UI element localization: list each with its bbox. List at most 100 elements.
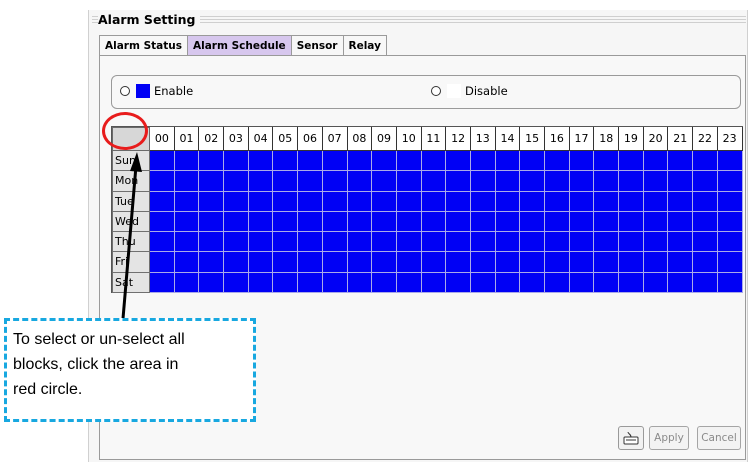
schedule-slot[interactable] bbox=[643, 252, 669, 273]
disable-option[interactable]: Disable bbox=[431, 84, 508, 98]
schedule-slot[interactable] bbox=[347, 151, 373, 172]
schedule-slot[interactable] bbox=[372, 252, 397, 273]
schedule-slot[interactable] bbox=[298, 272, 323, 294]
schedule-slot[interactable] bbox=[421, 171, 447, 192]
schedule-slot[interactable] bbox=[199, 171, 225, 192]
schedule-slot[interactable] bbox=[199, 211, 225, 233]
schedule-slot[interactable] bbox=[520, 272, 545, 294]
keyboard-button[interactable] bbox=[618, 426, 644, 450]
schedule-slot[interactable] bbox=[668, 191, 694, 212]
schedule-slot[interactable] bbox=[396, 272, 422, 294]
schedule-slot[interactable] bbox=[224, 151, 249, 172]
hour-header[interactable]: 08 bbox=[347, 127, 373, 151]
hour-header[interactable]: 21 bbox=[668, 127, 694, 151]
schedule-slot[interactable] bbox=[470, 211, 496, 233]
schedule-slot[interactable] bbox=[520, 232, 545, 253]
schedule-slot[interactable] bbox=[174, 272, 200, 294]
schedule-slot[interactable] bbox=[224, 191, 249, 212]
schedule-slot[interactable] bbox=[594, 211, 620, 233]
schedule-slot[interactable] bbox=[569, 171, 595, 192]
schedule-slot[interactable] bbox=[322, 171, 348, 192]
schedule-slot[interactable] bbox=[248, 151, 274, 172]
schedule-slot[interactable] bbox=[396, 171, 422, 192]
schedule-slot[interactable] bbox=[273, 171, 299, 192]
schedule-slot[interactable] bbox=[273, 151, 299, 172]
day-label[interactable]: Sun bbox=[112, 151, 150, 172]
schedule-slot[interactable] bbox=[643, 191, 669, 212]
schedule-slot[interactable] bbox=[199, 232, 225, 253]
schedule-slot[interactable] bbox=[717, 272, 743, 294]
schedule-slot[interactable] bbox=[495, 171, 521, 192]
schedule-slot[interactable] bbox=[717, 211, 743, 233]
schedule-slot[interactable] bbox=[470, 171, 496, 192]
schedule-slot[interactable] bbox=[150, 151, 175, 172]
schedule-slot[interactable] bbox=[693, 191, 718, 212]
schedule-slot[interactable] bbox=[594, 272, 620, 294]
schedule-slot[interactable] bbox=[372, 151, 397, 172]
schedule-slot[interactable] bbox=[298, 252, 323, 273]
hour-header[interactable]: 23 bbox=[717, 127, 743, 151]
schedule-slot[interactable] bbox=[273, 191, 299, 212]
schedule-slot[interactable] bbox=[347, 211, 373, 233]
tab-alarm-schedule[interactable]: Alarm Schedule bbox=[187, 35, 292, 55]
schedule-slot[interactable] bbox=[298, 232, 323, 253]
hour-header[interactable]: 09 bbox=[372, 127, 397, 151]
schedule-slot[interactable] bbox=[421, 151, 447, 172]
schedule-slot[interactable] bbox=[569, 272, 595, 294]
cancel-button[interactable]: Cancel bbox=[697, 426, 741, 450]
schedule-slot[interactable] bbox=[495, 252, 521, 273]
schedule-slot[interactable] bbox=[322, 232, 348, 253]
schedule-slot[interactable] bbox=[446, 211, 471, 233]
tab-relay[interactable]: Relay bbox=[342, 35, 387, 55]
schedule-slot[interactable] bbox=[619, 171, 644, 192]
schedule-slot[interactable] bbox=[421, 272, 447, 294]
schedule-slot[interactable] bbox=[619, 272, 644, 294]
schedule-slot[interactable] bbox=[421, 211, 447, 233]
hour-header[interactable]: 14 bbox=[495, 127, 521, 151]
schedule-slot[interactable] bbox=[717, 232, 743, 253]
schedule-slot[interactable] bbox=[174, 252, 200, 273]
schedule-slot[interactable] bbox=[643, 272, 669, 294]
schedule-slot[interactable] bbox=[545, 272, 570, 294]
schedule-slot[interactable] bbox=[594, 252, 620, 273]
schedule-slot[interactable] bbox=[199, 151, 225, 172]
schedule-slot[interactable] bbox=[322, 151, 348, 172]
hour-header[interactable]: 11 bbox=[421, 127, 447, 151]
schedule-slot[interactable] bbox=[668, 211, 694, 233]
schedule-slot[interactable] bbox=[717, 191, 743, 212]
hour-header[interactable]: 06 bbox=[298, 127, 323, 151]
schedule-slot[interactable] bbox=[545, 171, 570, 192]
schedule-slot[interactable] bbox=[322, 272, 348, 294]
schedule-slot[interactable] bbox=[248, 211, 274, 233]
schedule-slot[interactable] bbox=[396, 252, 422, 273]
schedule-slot[interactable] bbox=[421, 232, 447, 253]
schedule-slot[interactable] bbox=[594, 191, 620, 212]
hour-header[interactable]: 04 bbox=[248, 127, 274, 151]
schedule-slot[interactable] bbox=[396, 211, 422, 233]
schedule-slot[interactable] bbox=[174, 171, 200, 192]
schedule-slot[interactable] bbox=[248, 191, 274, 212]
schedule-slot[interactable] bbox=[495, 191, 521, 212]
schedule-slot[interactable] bbox=[248, 171, 274, 192]
schedule-slot[interactable] bbox=[150, 191, 175, 212]
schedule-slot[interactable] bbox=[446, 191, 471, 212]
schedule-slot[interactable] bbox=[372, 191, 397, 212]
schedule-slot[interactable] bbox=[470, 252, 496, 273]
schedule-slot[interactable] bbox=[619, 232, 644, 253]
day-label[interactable]: Thu bbox=[112, 232, 150, 253]
schedule-slot[interactable] bbox=[594, 151, 620, 172]
schedule-slot[interactable] bbox=[199, 191, 225, 212]
schedule-slot[interactable] bbox=[619, 191, 644, 212]
schedule-slot[interactable] bbox=[495, 151, 521, 172]
schedule-slot[interactable] bbox=[693, 232, 718, 253]
schedule-slot[interactable] bbox=[150, 252, 175, 273]
schedule-slot[interactable] bbox=[619, 252, 644, 273]
schedule-slot[interactable] bbox=[643, 232, 669, 253]
schedule-slot[interactable] bbox=[470, 232, 496, 253]
schedule-slot[interactable] bbox=[470, 151, 496, 172]
schedule-slot[interactable] bbox=[224, 232, 249, 253]
schedule-slot[interactable] bbox=[248, 272, 274, 294]
schedule-slot[interactable] bbox=[668, 232, 694, 253]
schedule-slot[interactable] bbox=[224, 211, 249, 233]
schedule-slot[interactable] bbox=[347, 272, 373, 294]
